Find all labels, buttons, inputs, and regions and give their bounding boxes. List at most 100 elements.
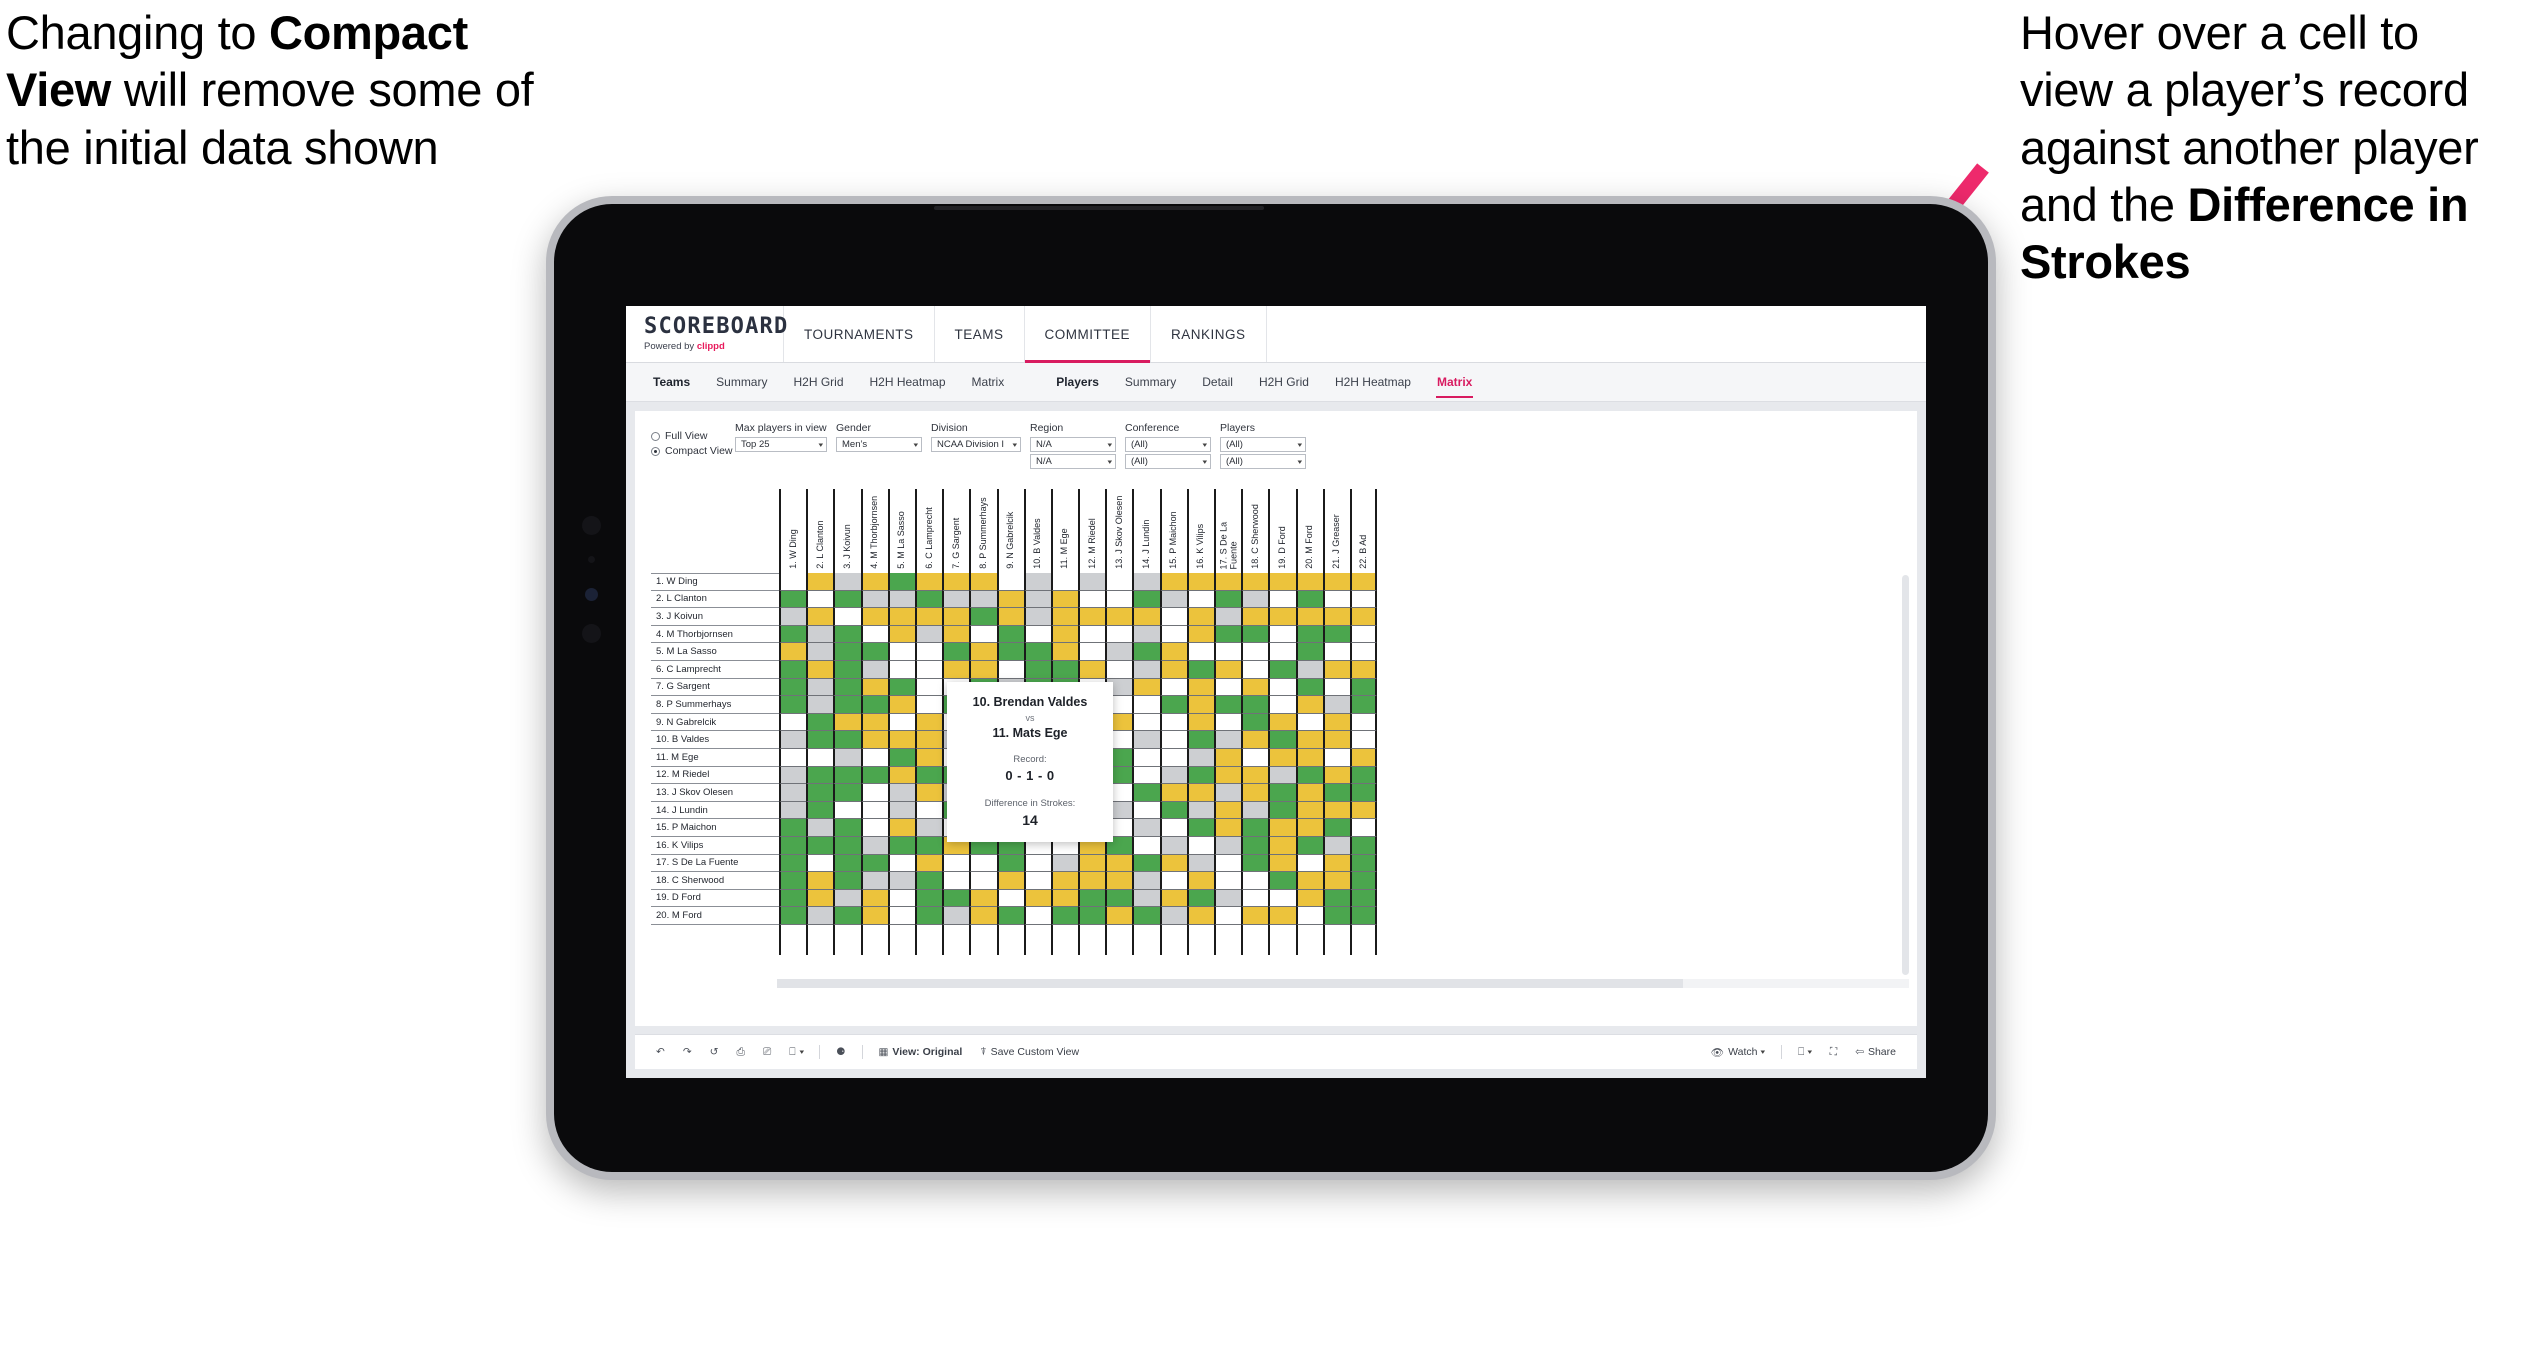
matrix-cell[interactable] [1023,573,1051,591]
matrix-cell[interactable] [1349,660,1378,679]
matrix-cell[interactable] [833,731,861,749]
matrix-cell[interactable] [887,854,915,873]
subnav-item-teams[interactable]: Teams [640,375,703,389]
share-button[interactable]: ⇦ Share [1846,1046,1905,1058]
matrix-cell[interactable] [860,836,888,855]
matrix-cell[interactable] [1322,889,1350,908]
matrix-cell[interactable] [914,625,943,644]
matrix-cell[interactable] [942,625,970,644]
matrix-cell[interactable] [1268,590,1296,609]
matrix-col-header[interactable]: 20. M Ford [1295,489,1323,573]
topnav-item-tournaments[interactable]: TOURNAMENTS [784,306,935,362]
device-button[interactable]: ⎕ ▾ [1789,1046,1821,1059]
matrix-cell[interactable] [1159,872,1187,890]
matrix-cell[interactable] [1295,801,1323,820]
matrix-cell[interactable] [1023,590,1051,609]
matrix-cell[interactable] [996,643,1024,661]
matrix-cell[interactable] [1132,907,1160,925]
matrix-cell[interactable] [833,801,861,820]
topnav-item-teams[interactable]: TEAMS [935,306,1025,362]
matrix-cell[interactable] [1322,836,1350,855]
matrix-cell[interactable] [914,889,943,908]
matrix-cell[interactable] [1132,608,1160,626]
matrix-cell[interactable] [942,573,970,591]
matrix-cell[interactable] [1295,766,1323,785]
matrix-cell[interactable] [1241,590,1269,609]
matrix-row-header[interactable]: 6. C Lamprecht [651,661,779,679]
matrix-cell[interactable] [1132,784,1160,802]
matrix-cell[interactable] [860,625,888,644]
matrix-cell[interactable] [1349,801,1378,820]
matrix-cell[interactable] [1214,696,1242,714]
matrix-cell[interactable] [1268,801,1296,820]
pause-button[interactable]: ⎚ [754,1046,780,1059]
matrix-cell[interactable] [806,608,834,626]
matrix-cell[interactable] [806,713,834,732]
matrix-cell[interactable] [1159,573,1187,591]
matrix-cell[interactable] [914,907,943,925]
matrix-cell[interactable] [1349,678,1378,697]
horizontal-scrollbar-thumb[interactable] [777,979,1683,988]
matrix-row-header[interactable]: 17. S De La Fuente [651,855,779,873]
matrix-cell[interactable] [1349,784,1378,802]
matrix-cell[interactable] [1159,608,1187,626]
subnav-item-h2h-heatmap[interactable]: H2H Heatmap [857,375,959,389]
matrix-cell[interactable] [1132,748,1160,767]
matrix-cell[interactable] [1132,590,1160,609]
matrix-cell[interactable] [806,766,834,785]
matrix-cell[interactable] [833,819,861,837]
matrix-cell[interactable] [860,819,888,837]
matrix-cell[interactable] [1295,784,1323,802]
matrix-cell[interactable] [1159,696,1187,714]
matrix-cell[interactable] [1295,819,1323,837]
matrix-cell[interactable] [1132,713,1160,732]
matrix-cell[interactable] [1186,819,1214,837]
subnav-item-h2h-heatmap[interactable]: H2H Heatmap [1322,375,1424,389]
matrix-cell[interactable] [1159,731,1187,749]
matrix-cell[interactable] [860,801,888,820]
matrix-cell[interactable] [1268,889,1296,908]
matrix-cell[interactable] [1159,819,1187,837]
matrix-cell[interactable] [1050,590,1079,609]
matrix-cell[interactable] [1322,748,1350,767]
matrix-cell[interactable] [1186,590,1214,609]
matrix-cell[interactable] [1186,625,1214,644]
matrix-cell[interactable] [833,590,861,609]
matrix-cell[interactable] [1268,643,1296,661]
matrix-cell[interactable] [1322,731,1350,749]
matrix-cell[interactable] [1295,625,1323,644]
matrix-cell[interactable] [1186,872,1214,890]
matrix-cell[interactable] [969,608,997,626]
matrix-cell[interactable] [806,748,834,767]
matrix-cell[interactable] [1349,608,1378,626]
matrix-cell[interactable] [887,748,915,767]
matrix-cell[interactable] [806,784,834,802]
matrix-cell[interactable] [1078,660,1106,679]
matrix-cell[interactable] [833,660,861,679]
matrix-cell[interactable] [1214,660,1242,679]
matrix-cell[interactable] [860,748,888,767]
filter-select-division[interactable]: NCAA Division I ▾ [931,437,1021,452]
matrix-cell[interactable] [860,889,888,908]
matrix-cell[interactable] [1322,643,1350,661]
matrix-col-header[interactable]: 21. J Greaser [1322,489,1350,573]
matrix-cell[interactable] [1050,872,1079,890]
matrix-cell[interactable] [1268,696,1296,714]
subnav-item-summary[interactable]: Summary [703,375,780,389]
matrix-row-header[interactable]: 9. N Gabrelcik [651,714,779,732]
matrix-cell[interactable] [1349,643,1378,661]
matrix-cell[interactable] [1105,889,1133,908]
matrix-cell[interactable] [969,854,997,873]
matrix-cell[interactable] [914,678,943,697]
matrix-cell[interactable] [1349,573,1378,591]
matrix-cell[interactable] [969,643,997,661]
matrix-cell[interactable] [942,643,970,661]
matrix-cell[interactable] [860,660,888,679]
matrix-cell[interactable] [833,678,861,697]
matrix-cell[interactable] [887,625,915,644]
matrix-cell[interactable] [833,713,861,732]
matrix-cell[interactable] [1132,696,1160,714]
matrix-cell[interactable] [887,608,915,626]
matrix-cell[interactable] [779,889,807,908]
matrix-cell[interactable] [1268,872,1296,890]
